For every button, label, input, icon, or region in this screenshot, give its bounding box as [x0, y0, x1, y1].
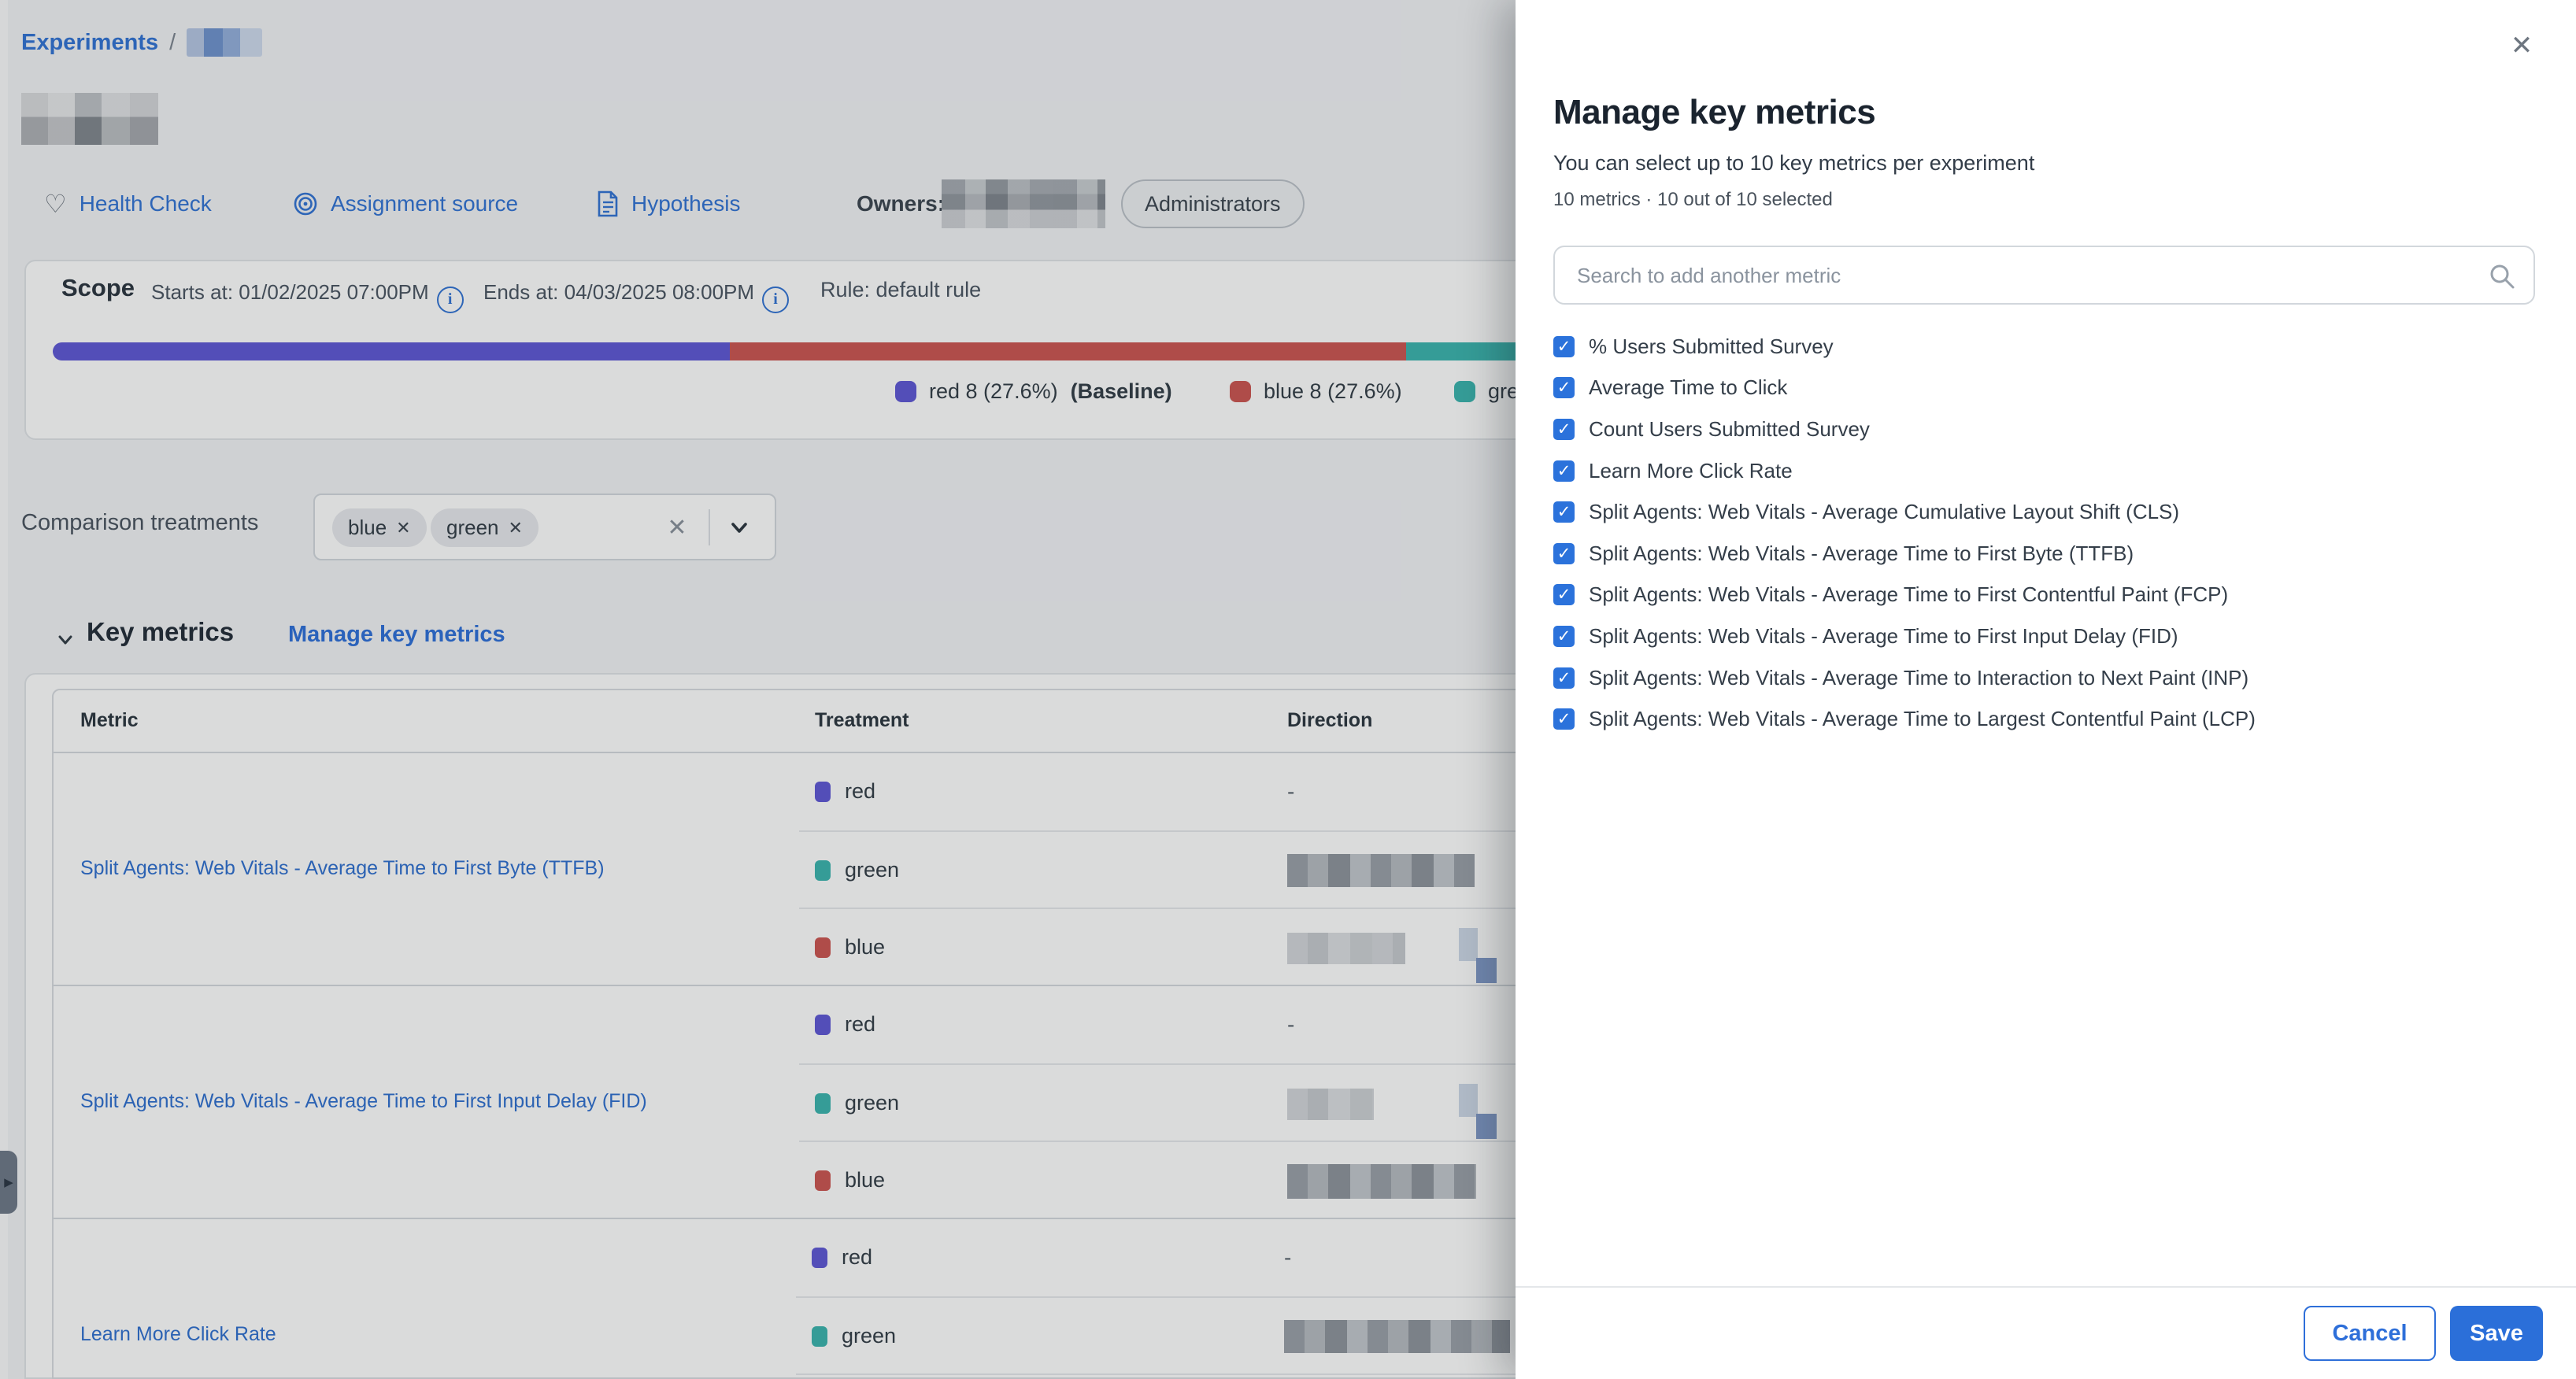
metric-search-input[interactable] — [1575, 247, 2476, 305]
metric-option[interactable]: Split Agents: Web Vitals - Average Time … — [1553, 698, 2545, 740]
metric-option[interactable]: % Users Submitted Survey — [1553, 326, 2545, 368]
checked-checkbox[interactable] — [1553, 377, 1575, 398]
save-button[interactable]: Save — [2450, 1306, 2543, 1361]
modal-footer: Cancel Save — [1516, 1286, 2576, 1379]
search-icon — [2488, 262, 2516, 290]
metric-option[interactable]: Split Agents: Web Vitals - Average Cumul… — [1553, 491, 2545, 533]
metric-option-label: Split Agents: Web Vitals - Average Time … — [1589, 666, 2248, 690]
screen: Experiments / ♡ Health Check Assignment … — [0, 0, 2576, 1379]
metric-search-box — [1553, 246, 2535, 305]
checked-checkbox[interactable] — [1553, 667, 1575, 689]
metric-option-label: Split Agents: Web Vitals - Average Time … — [1589, 542, 2134, 566]
metric-option-label: Split Agents: Web Vitals - Average Time … — [1589, 707, 2256, 731]
checked-checkbox[interactable] — [1553, 336, 1575, 357]
metric-option[interactable]: Learn More Click Rate — [1553, 450, 2545, 492]
metric-option-label: Count Users Submitted Survey — [1589, 417, 1870, 442]
metric-option-label: Split Agents: Web Vitals - Average Time … — [1589, 582, 2228, 607]
close-icon[interactable]: ✕ — [2500, 24, 2544, 68]
checked-checkbox[interactable] — [1553, 626, 1575, 647]
manage-key-metrics-modal: ✕ Manage key metrics You can select up t… — [1516, 0, 2576, 1379]
cancel-button[interactable]: Cancel — [2304, 1306, 2436, 1361]
checked-checkbox[interactable] — [1553, 501, 1575, 523]
modal-subtitle: You can select up to 10 key metrics per … — [1553, 151, 2034, 176]
metric-option[interactable]: Count Users Submitted Survey — [1553, 409, 2545, 450]
modal-title: Manage key metrics — [1553, 93, 1875, 132]
metric-option-label: Split Agents: Web Vitals - Average Time … — [1589, 624, 2178, 649]
modal-selection-count: 10 metrics · 10 out of 10 selected — [1553, 189, 1833, 211]
metric-option-label: % Users Submitted Survey — [1589, 335, 1834, 359]
checked-checkbox[interactable] — [1553, 460, 1575, 482]
checked-checkbox[interactable] — [1553, 708, 1575, 730]
metric-option[interactable]: Average Time to Click — [1553, 368, 2545, 409]
metric-option[interactable]: Split Agents: Web Vitals - Average Time … — [1553, 657, 2545, 699]
checked-checkbox[interactable] — [1553, 584, 1575, 605]
metric-option-label: Average Time to Click — [1589, 375, 1787, 400]
metric-option[interactable]: Split Agents: Web Vitals - Average Time … — [1553, 575, 2545, 616]
metric-option[interactable]: Split Agents: Web Vitals - Average Time … — [1553, 616, 2545, 657]
metric-option[interactable]: Split Agents: Web Vitals - Average Time … — [1553, 533, 2545, 575]
checked-checkbox[interactable] — [1553, 543, 1575, 564]
metric-option-label: Split Agents: Web Vitals - Average Cumul… — [1589, 500, 2179, 524]
checked-checkbox[interactable] — [1553, 419, 1575, 440]
metric-checkbox-list: % Users Submitted Survey Average Time to… — [1553, 326, 2545, 740]
metric-option-label: Learn More Click Rate — [1589, 459, 1793, 483]
